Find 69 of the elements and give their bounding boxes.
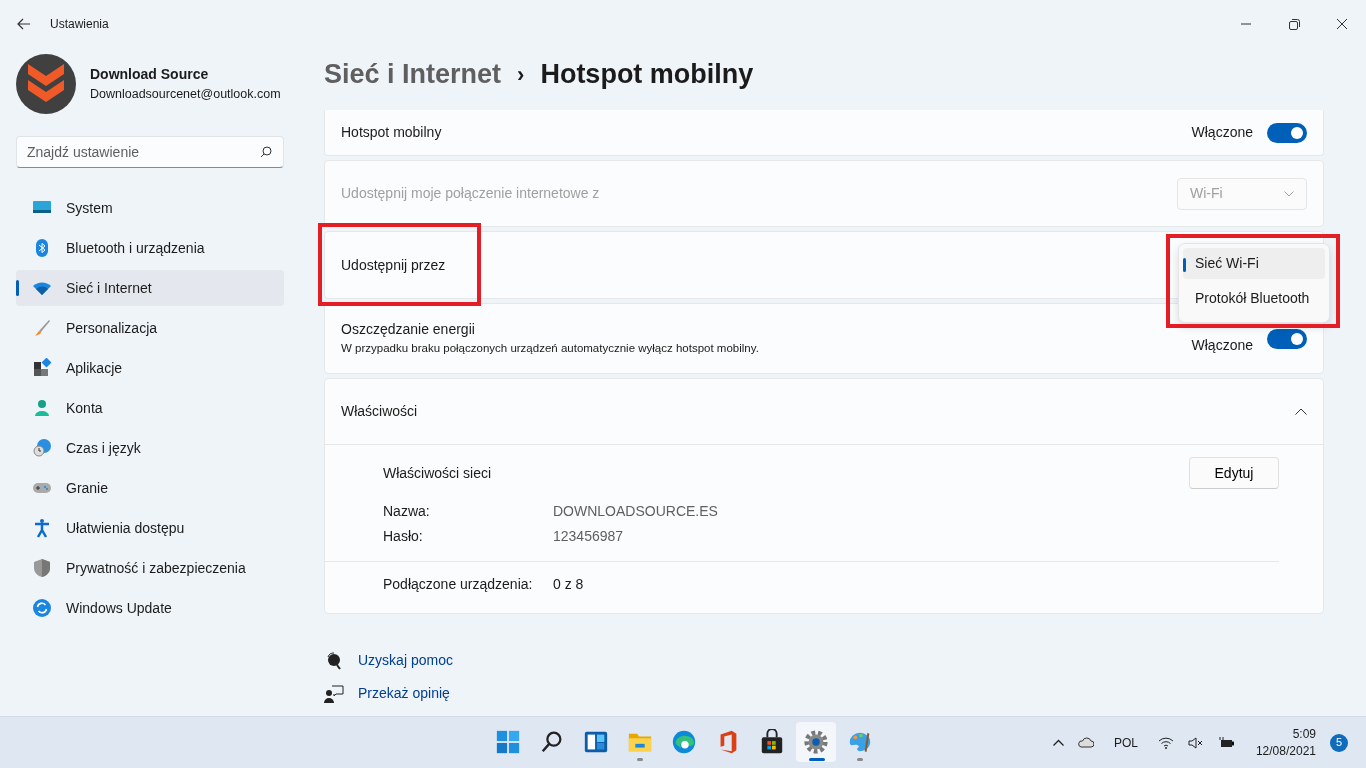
sidebar-item[interactable]: Windows Update <box>16 590 284 626</box>
field-label: Podłączone urządzenia: <box>383 575 534 594</box>
language-indicator[interactable]: POL <box>1113 733 1138 752</box>
clock-time[interactable]: 5:09 <box>1255 725 1316 743</box>
settings-icon <box>803 729 829 755</box>
apps-icon <box>32 358 52 378</box>
muted-speaker-icon[interactable] <box>1187 736 1204 749</box>
shield-icon <box>32 558 52 578</box>
person-icon <box>32 398 52 418</box>
expander-title: Właściwości <box>341 402 418 421</box>
breadcrumb-separator: › <box>517 60 525 89</box>
clock-date[interactable]: 12/08/2021 <box>1255 742 1316 760</box>
breadcrumb-link[interactable]: Sieć i Internet <box>324 53 502 95</box>
help-link[interactable]: Przekaż opinię <box>358 683 450 704</box>
restore-icon <box>1288 18 1300 30</box>
sidebar-item[interactable]: System <box>16 190 284 226</box>
sidebar-item[interactable]: Granie <box>16 470 284 506</box>
profile-email: Downloadsourcenet@outlook.com <box>90 86 281 104</box>
widgets-icon <box>583 729 609 755</box>
sidebar-item[interactable]: Prywatność i zabezpieczenia <box>16 550 284 586</box>
update-icon <box>32 598 52 618</box>
profile-name: Download Source <box>90 65 210 85</box>
setting-label: Udostępnij przez <box>341 255 446 275</box>
chevron-down-icon <box>1284 190 1294 197</box>
sidebar-item[interactable]: Bluetooth i urządzenia <box>16 230 284 266</box>
toggle-state: Włączone <box>1191 336 1253 355</box>
sidebar-item[interactable]: Czas i język <box>16 430 284 466</box>
cloud-icon[interactable] <box>1077 737 1094 748</box>
setting-label: Udostępnij moje połączenie internetowe z <box>341 184 600 203</box>
search-field[interactable]: Znajdź ustawienie <box>16 136 284 168</box>
close-icon <box>1337 19 1347 29</box>
search-icon[interactable] <box>260 146 272 158</box>
sidebar-item[interactable]: Sieć i Internet <box>16 270 284 306</box>
wifi-icon[interactable] <box>1157 736 1174 749</box>
help-link[interactable]: Uzyskaj pomoc <box>358 650 453 671</box>
clock-icon <box>32 438 52 458</box>
store-icon <box>759 729 785 755</box>
toggle-switch[interactable] <box>1267 122 1307 143</box>
sidebar-item[interactable]: Ułatwienia dostępu <box>16 510 284 546</box>
setting-description: W przypadku braku połączonych urządzeń automatycznie wyłącz hotspot mobilny. <box>341 341 759 357</box>
field-value: 123456987 <box>553 527 624 546</box>
section-title: Właściwości sieci <box>383 463 492 483</box>
access-icon <box>32 518 52 538</box>
field-value: DOWNLOADSOURCE.ES <box>553 502 718 521</box>
avatar-logo <box>16 54 76 114</box>
brush-icon <box>32 318 52 338</box>
sidebar-item[interactable]: Konta <box>16 390 284 426</box>
menu-option[interactable]: Protokół Bluetooth <box>1183 283 1325 314</box>
field-value: 0 z 8 <box>553 575 584 594</box>
notification-count[interactable]: 5 <box>1330 733 1348 752</box>
taskbar-app[interactable] <box>796 722 836 762</box>
edit-button[interactable]: Edytuj <box>1189 457 1279 489</box>
toggle-switch[interactable] <box>1267 328 1307 349</box>
setting-label: Oszczędzanie energii <box>341 320 476 340</box>
sidebar-item[interactable]: Personalizacja <box>16 310 284 346</box>
chevron-up-icon[interactable] <box>1295 408 1307 415</box>
field-label: Hasło: <box>383 527 424 546</box>
feedback-icon <box>324 683 344 704</box>
window-title: Ustawienia <box>50 16 109 33</box>
battery-icon[interactable] <box>1217 736 1234 749</box>
page-title: Hotspot mobilny <box>540 57 754 91</box>
field-label: Nazwa: <box>383 502 431 521</box>
start-icon <box>495 729 521 755</box>
sidebar-item[interactable]: Aplikacje <box>16 350 284 386</box>
chevron-up-icon[interactable] <box>1052 739 1064 746</box>
toggle-state: Włączone <box>1191 123 1253 142</box>
setting-label: Hotspot mobilny <box>341 123 442 142</box>
menu-option[interactable]: Sieć Wi-Fi <box>1183 248 1325 279</box>
back-icon[interactable] <box>17 18 31 30</box>
